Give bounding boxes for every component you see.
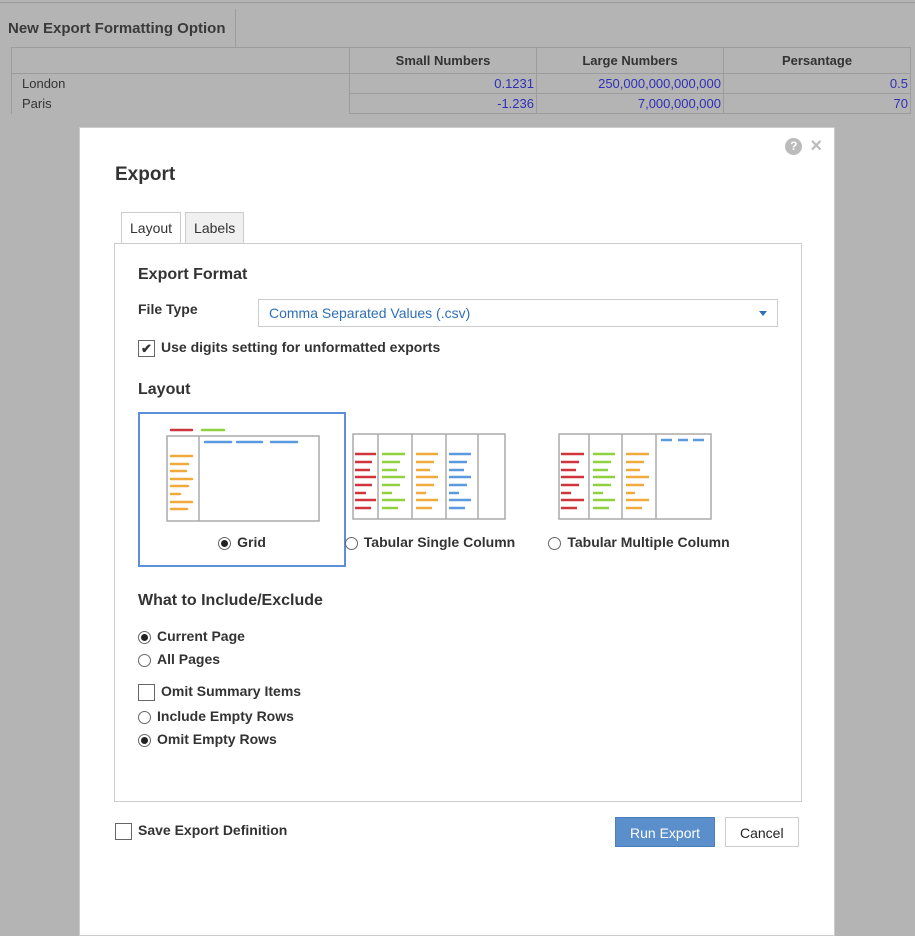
include-heading: What to Include/Exclude xyxy=(138,592,323,609)
omit-empty-radio[interactable] xyxy=(138,733,151,747)
help-icon[interactable]: ? xyxy=(785,138,803,155)
file-type-label: File Type xyxy=(138,301,198,317)
use-digits-label: Use digits setting for unformatted expor… xyxy=(161,339,441,355)
tab-layout[interactable]: Layout xyxy=(121,212,182,243)
include-empty-option[interactable]: Include Empty Rows xyxy=(138,708,294,724)
chevron-down-icon xyxy=(759,311,767,316)
omit-summary-option[interactable]: Omit Summary Items xyxy=(138,683,301,701)
row-label: Paris xyxy=(11,93,350,114)
current-page-radio[interactable] xyxy=(138,630,151,644)
table-row: London 0.1231 250,000,000,000,000 0.5 xyxy=(11,73,911,94)
tabular-multiple-radio[interactable] xyxy=(548,536,562,550)
tabular-single-label: Tabular Single Column xyxy=(363,534,516,550)
file-type-select[interactable]: Comma Separated Values (.csv) xyxy=(258,299,778,327)
include-empty-label: Include Empty Rows xyxy=(157,708,294,724)
cell: 70 xyxy=(723,93,911,114)
row-label: London xyxy=(11,73,350,94)
omit-empty-option[interactable]: Omit Empty Rows xyxy=(138,731,277,747)
use-digits-checkbox[interactable]: ✔ xyxy=(138,339,155,357)
close-icon[interactable]: × xyxy=(810,136,822,156)
table-header-row: Small Numbers Large Numbers Persantage xyxy=(11,47,911,74)
export-format-heading: Export Format xyxy=(138,266,248,283)
tab-labels[interactable]: Labels xyxy=(185,212,245,243)
layout-panel: Export Format File Type Comma Separated … xyxy=(114,243,802,802)
cell: 250,000,000,000,000 xyxy=(536,73,724,94)
run-export-button[interactable]: Run Export xyxy=(615,817,716,847)
layout-option-tabular-single[interactable]: Tabular Single Column xyxy=(335,412,525,567)
tabular-single-illustration xyxy=(352,433,506,520)
dialog-title: Export xyxy=(115,164,176,185)
all-pages-option[interactable]: All Pages xyxy=(138,651,220,667)
cell: 0.5 xyxy=(723,73,911,94)
table-row: Paris -1.236 7,000,000,000 70 xyxy=(11,93,911,114)
use-digits-option[interactable]: ✔ Use digits setting for unformatted expo… xyxy=(138,339,440,357)
all-pages-radio[interactable] xyxy=(138,653,151,667)
tabular-single-radio[interactable] xyxy=(344,536,358,550)
header-cell xyxy=(11,47,350,74)
layout-option-grid[interactable]: Grid xyxy=(138,412,346,567)
header-cell: Large Numbers xyxy=(536,47,724,74)
report-table: Small Numbers Large Numbers Persantage L… xyxy=(11,47,911,114)
export-dialog: ? × Export Layout Labels Export Format F… xyxy=(79,127,835,936)
tabular-multiple-illustration xyxy=(558,433,712,520)
omit-summary-label: Omit Summary Items xyxy=(161,683,302,699)
file-type-value: Comma Separated Values (.csv) xyxy=(269,305,471,321)
grid-radio[interactable] xyxy=(218,536,232,550)
omit-empty-label: Omit Empty Rows xyxy=(157,731,277,747)
report-title: New Export Formatting Option xyxy=(3,9,236,47)
header-cell: Small Numbers xyxy=(349,47,537,74)
cancel-button[interactable]: Cancel xyxy=(725,817,799,847)
grid-label: Grid xyxy=(237,534,266,550)
save-definition-checkbox[interactable] xyxy=(115,822,132,840)
save-definition-label: Save Export Definition xyxy=(138,822,288,838)
header-cell: Persantage xyxy=(723,47,911,74)
cell: 0.1231 xyxy=(349,73,537,94)
cell: -1.236 xyxy=(349,93,537,114)
save-definition-option[interactable]: Save Export Definition xyxy=(115,822,287,840)
cell: 7,000,000,000 xyxy=(536,93,724,114)
current-page-option[interactable]: Current Page xyxy=(138,628,245,644)
current-page-label: Current Page xyxy=(157,628,245,644)
all-pages-label: All Pages xyxy=(157,651,221,667)
grid-layout-illustration xyxy=(166,428,320,522)
layout-heading: Layout xyxy=(138,381,191,398)
layout-option-tabular-multiple[interactable]: Tabular Multiple Column xyxy=(539,412,739,567)
tabular-multiple-label: Tabular Multiple Column xyxy=(567,534,730,550)
top-border xyxy=(0,0,915,3)
include-empty-radio[interactable] xyxy=(138,710,151,724)
omit-summary-checkbox[interactable] xyxy=(138,683,155,701)
